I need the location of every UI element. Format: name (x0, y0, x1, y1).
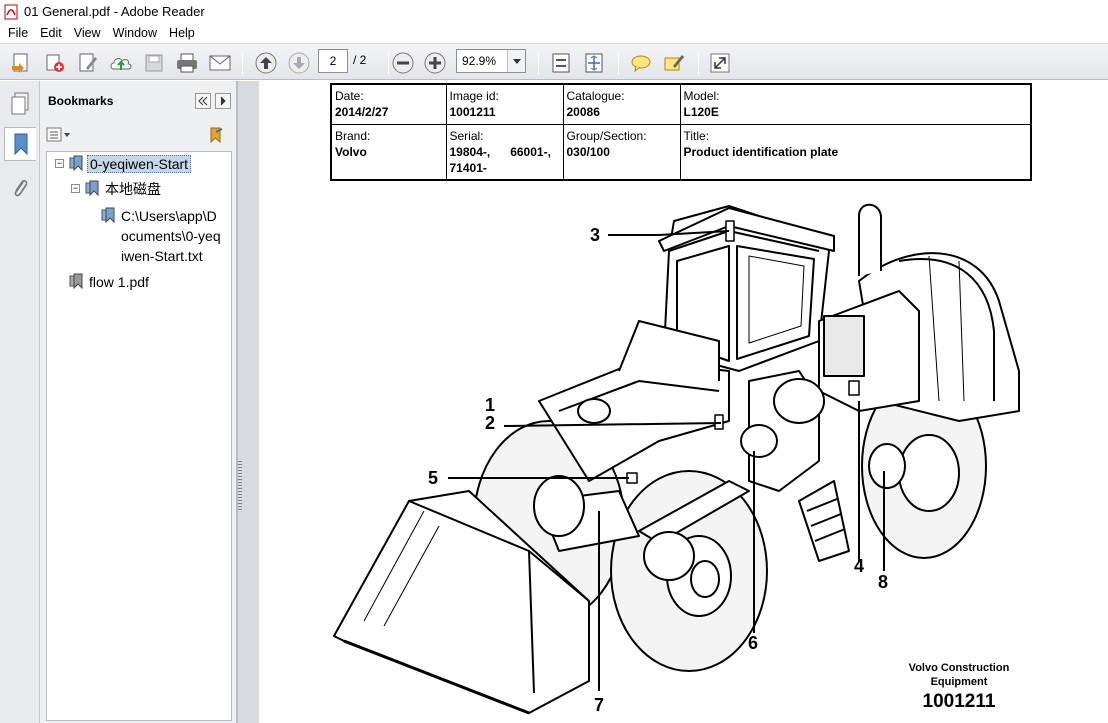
bookmark-icon (69, 273, 83, 289)
bookmark-label-line[interactable]: ocuments\0-yeq (121, 226, 233, 246)
zoom-value[interactable]: 92.9% (457, 54, 507, 68)
collapse-node-icon[interactable]: − (71, 184, 80, 193)
footer-line: Volvo Construction (908, 662, 1010, 674)
bookmark-item-file-path[interactable]: C:\Users\app\D ocuments\0-yeq iwen-Start… (121, 206, 233, 266)
zoom-out-icon[interactable] (390, 50, 416, 76)
title-bar: 01 General.pdf - Adobe Reader (0, 0, 1108, 23)
zoom-in-icon[interactable] (422, 50, 448, 76)
page-thumbnails-icon[interactable] (4, 87, 36, 121)
footer-image-id: 1001211 (922, 691, 996, 712)
chevron-down-icon[interactable] (507, 50, 525, 72)
callout-label: 7 (594, 695, 605, 715)
splitter-grip[interactable] (238, 461, 242, 511)
menu-help[interactable]: Help (163, 26, 201, 40)
print-icon[interactable] (174, 50, 200, 76)
navigation-pane-strip (0, 81, 40, 723)
menu-bar: File Edit View Window Help (0, 23, 1108, 43)
document-page: Date: 2014/2/27 Image id: 1001211 Catalogu… (259, 81, 1108, 723)
pdf-app-icon (4, 4, 18, 19)
bookmarks-header: Bookmarks (40, 81, 236, 121)
menu-file[interactable]: File (2, 26, 34, 40)
footer-company: Volvo Construction Equipment (884, 661, 1034, 689)
comment-icon[interactable] (628, 50, 654, 76)
callout-label: 4 (854, 556, 865, 576)
create-pdf-icon[interactable] (8, 50, 34, 76)
combine-files-icon[interactable] (42, 50, 68, 76)
options-menu-icon[interactable] (46, 127, 72, 146)
expand-panel-icon[interactable] (215, 93, 231, 112)
bookmarks-title: Bookmarks (48, 94, 114, 108)
bookmarks-panel-icon[interactable] (4, 127, 36, 161)
collapse-node-icon[interactable]: − (55, 159, 64, 168)
bookmark-icon (85, 180, 99, 196)
bookmarks-toolbar (40, 121, 236, 149)
email-icon[interactable] (207, 50, 233, 76)
toolbar-separator (388, 51, 389, 75)
toolbar-separator (618, 51, 619, 75)
bookmark-label[interactable]: 0-yeqiwen-Start (87, 155, 192, 173)
highlight-sign-icon[interactable] (661, 50, 687, 76)
bookmark-item-flow-1-pdf[interactable]: flow 1.pdf (89, 272, 149, 292)
bookmark-item-0-yeqiwen-start[interactable]: 0-yeqiwen-Start (87, 154, 192, 174)
callout-label: 8 (878, 572, 889, 592)
bookmark-item-local-disk[interactable]: 本地磁盘 (105, 179, 161, 199)
full-screen-fit-icon[interactable] (581, 50, 607, 76)
upload-cloud-icon[interactable] (108, 50, 134, 76)
collapse-panel-icon[interactable] (195, 93, 211, 112)
expand-icon[interactable] (707, 50, 733, 76)
bookmarks-panel: Bookmarks − 0-yeqiwen-Start − 本地磁盘 C:\Us… (40, 81, 237, 723)
bookmark-icon (101, 207, 115, 223)
toolbar-separator (242, 51, 243, 75)
callout-label: 5 (428, 468, 439, 488)
new-bookmark-icon[interactable] (207, 126, 225, 147)
next-page-icon[interactable] (286, 50, 312, 76)
page-number-input[interactable]: 2 (318, 49, 348, 73)
footer-line: Equipment (930, 676, 988, 688)
menu-edit[interactable]: Edit (34, 26, 68, 40)
toolbar-separator (538, 51, 539, 75)
save-disk-icon[interactable] (141, 50, 167, 76)
bookmark-icon (69, 155, 83, 171)
bookmarks-tree: − 0-yeqiwen-Start − 本地磁盘 C:\Users\app\D … (46, 151, 232, 721)
previous-page-icon[interactable] (253, 50, 279, 76)
menu-window[interactable]: Window (107, 26, 163, 40)
bookmark-label[interactable]: 本地磁盘 (105, 181, 161, 197)
menu-view[interactable]: View (68, 26, 107, 40)
panel-splitter[interactable] (237, 81, 259, 723)
callout-label: 2 (485, 413, 496, 433)
window-title: 01 General.pdf - Adobe Reader (24, 4, 205, 19)
edit-document-icon[interactable] (75, 50, 101, 76)
callout-label: 6 (748, 633, 759, 653)
fit-page-icon[interactable] (548, 50, 574, 76)
bookmark-label-line[interactable]: iwen-Start.txt (121, 246, 233, 266)
callout-label: 3 (590, 225, 601, 245)
bookmark-label-line[interactable]: C:\Users\app\D (121, 206, 233, 226)
wheel-loader-illustration (333, 203, 1020, 715)
bookmark-label[interactable]: flow 1.pdf (89, 274, 149, 290)
attachments-paperclip-icon[interactable] (4, 171, 36, 205)
page-total: / 2 (353, 53, 367, 67)
zoom-select[interactable]: 92.9% (456, 49, 526, 73)
toolbar-separator (698, 51, 699, 75)
toolbar (0, 43, 1108, 80)
